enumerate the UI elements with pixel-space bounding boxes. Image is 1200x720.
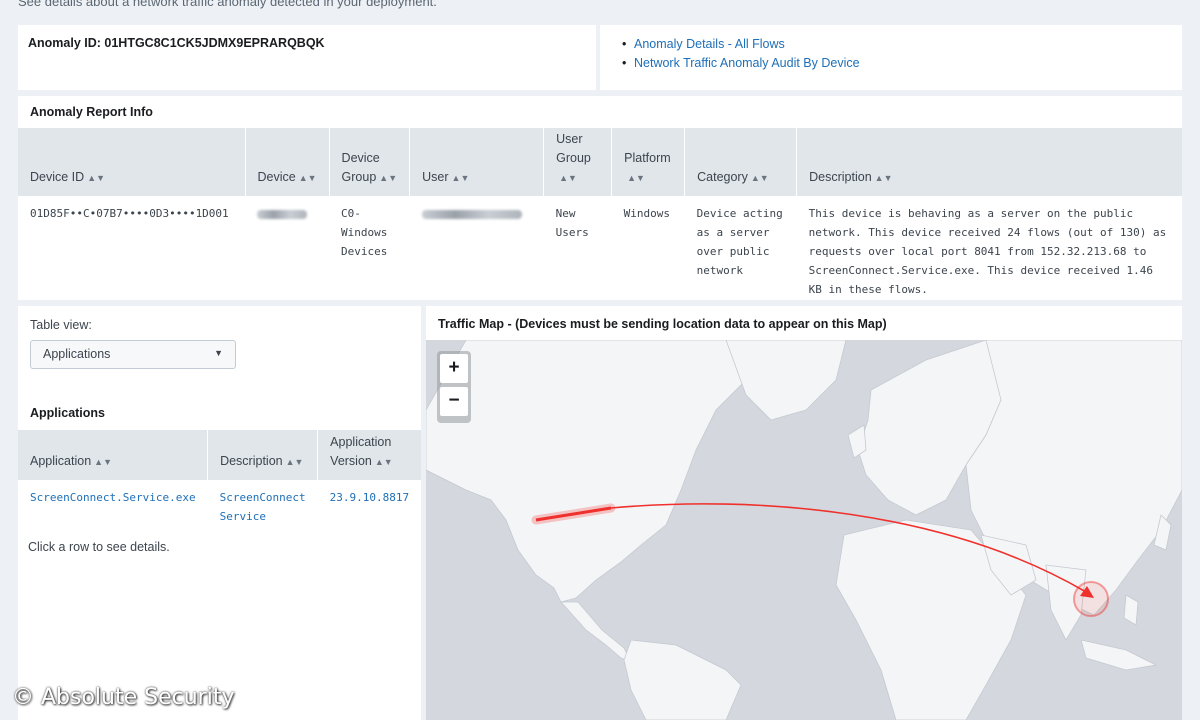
traffic-map[interactable]: + − — [426, 340, 1182, 720]
table-header-row: Device ID ▲▼ Device ▲▼ Device Group ▲▼ User… — [18, 128, 1182, 196]
cell-device-group: C0-Windows Devices — [341, 207, 388, 258]
cell-category: Device acting as a server over public ne… — [696, 207, 783, 277]
land-greenland — [725, 340, 847, 421]
cell-device-id: 01D85F••C•07B7••••0D3••••1D001 — [30, 207, 229, 220]
cell-user — [410, 196, 544, 307]
sort-icon: ▲▼ — [874, 173, 893, 183]
table-view-selected: Applications — [43, 347, 111, 361]
cell-application[interactable]: ScreenConnect.Service.exe — [18, 480, 208, 534]
list-item: • Network Traffic Anomaly Audit By Device — [622, 54, 860, 73]
land-south-america — [623, 639, 742, 720]
sort-icon: ▲▼ — [87, 173, 106, 183]
sort-icon: ▲▼ — [285, 457, 304, 467]
column-header-platform[interactable]: Platform ▲▼ — [611, 128, 686, 196]
sort-icon: ▲▼ — [559, 173, 577, 183]
cell-user-group: New Users — [555, 207, 589, 239]
list-item: • Anomaly Details - All Flows — [622, 35, 860, 54]
related-links-panel: • Anomaly Details - All Flows • Network Tr… — [600, 25, 1182, 90]
column-header-description[interactable]: Description ▲▼ — [207, 430, 319, 480]
column-header-application-version[interactable]: Application Version ▲▼ — [317, 430, 422, 480]
column-header-device-group[interactable]: Device Group ▲▼ — [329, 128, 411, 196]
anomaly-id: Anomaly ID: 01HTGC8C1CK5JDMX9EPRARQBQK — [28, 36, 325, 50]
land-north-america — [426, 340, 757, 603]
row-click-hint: Click a row to see details. — [28, 540, 170, 554]
applications-panel: Table view: Applications ▼ Applications … — [18, 306, 422, 720]
page-subtitle: See details about a network traffic anom… — [18, 0, 437, 9]
panel-title: Anomaly Report Info — [30, 105, 153, 119]
anomaly-report-table: Device ID ▲▼ Device ▲▼ Device Group ▲▼ User… — [18, 128, 1182, 307]
table-header-row: Application ▲▼ Description ▲▼ Application … — [18, 430, 422, 480]
cell-description: This device is behaving as a server on t… — [808, 207, 1167, 296]
caret-down-icon: ▼ — [214, 348, 223, 358]
table-row[interactable]: 01D85F••C•07B7••••0D3••••1D001 C0-Window… — [18, 196, 1182, 307]
watermark: © Absolute Security — [12, 685, 235, 710]
traffic-map-panel: Traffic Map - (Devices must be sending l… — [426, 306, 1182, 720]
sort-icon: ▲▼ — [379, 173, 398, 183]
redacted-user — [421, 210, 522, 220]
land-shapes — [426, 340, 1182, 720]
sort-icon: ▲▼ — [627, 173, 645, 183]
related-links-list: • Anomaly Details - All Flows • Network Tr… — [622, 35, 860, 73]
column-header-category[interactable]: Category ▲▼ — [684, 128, 798, 196]
bullet-icon: • — [622, 56, 627, 70]
column-header-application[interactable]: Application ▲▼ — [18, 430, 209, 480]
column-header-description[interactable]: Description ▲▼ — [796, 128, 1182, 196]
table-row[interactable]: ScreenConnect.Service.exe ScreenConnect … — [18, 480, 421, 534]
link-anomaly-details-all-flows[interactable]: Anomaly Details - All Flows — [634, 37, 785, 51]
cell-platform: Windows — [623, 207, 670, 220]
anomaly-id-panel: Anomaly ID: 01HTGC8C1CK5JDMX9EPRARQBQK — [18, 25, 596, 90]
column-header-user[interactable]: User ▲▼ — [409, 128, 545, 196]
land-philippines — [1123, 594, 1139, 626]
anomaly-report-panel: Anomaly Report Info Device ID ▲▼ Device ▲▼… — [18, 96, 1182, 300]
cell-device — [245, 196, 329, 307]
sort-icon: ▲▼ — [451, 173, 470, 183]
cell-version[interactable]: 23.9.10.8817 — [318, 480, 421, 534]
column-header-device-id[interactable]: Device ID ▲▼ — [18, 128, 246, 196]
link-traffic-anomaly-audit[interactable]: Network Traffic Anomaly Audit By Device — [634, 56, 860, 70]
applications-table: Application ▲▼ Description ▲▼ Application … — [18, 430, 422, 534]
zoom-control: + − — [437, 351, 471, 423]
sort-icon: ▲▼ — [298, 173, 317, 183]
table-view-select[interactable]: Applications ▼ — [30, 340, 236, 369]
sort-icon: ▲▼ — [94, 457, 112, 467]
panel-title: Traffic Map - (Devices must be sending l… — [438, 317, 887, 331]
sort-icon: ▲▼ — [750, 173, 769, 183]
column-header-device[interactable]: Device ▲▼ — [245, 128, 330, 196]
destination-marker — [1073, 581, 1109, 617]
cell-description[interactable]: ScreenConnect Service — [208, 480, 318, 534]
panel-title: Applications — [30, 406, 106, 420]
zoom-in-button[interactable]: + — [440, 354, 468, 383]
table-view-label: Table view: — [30, 318, 92, 332]
land-central-america — [560, 601, 632, 663]
sort-icon: ▲▼ — [374, 457, 393, 467]
redacted-device — [257, 210, 307, 220]
bullet-icon: • — [622, 37, 627, 51]
column-header-user-group[interactable]: User Group ▲▼ — [543, 128, 613, 196]
land-indonesia — [1080, 639, 1158, 671]
world-map — [426, 340, 1182, 720]
zoom-out-button[interactable]: − — [440, 387, 468, 416]
